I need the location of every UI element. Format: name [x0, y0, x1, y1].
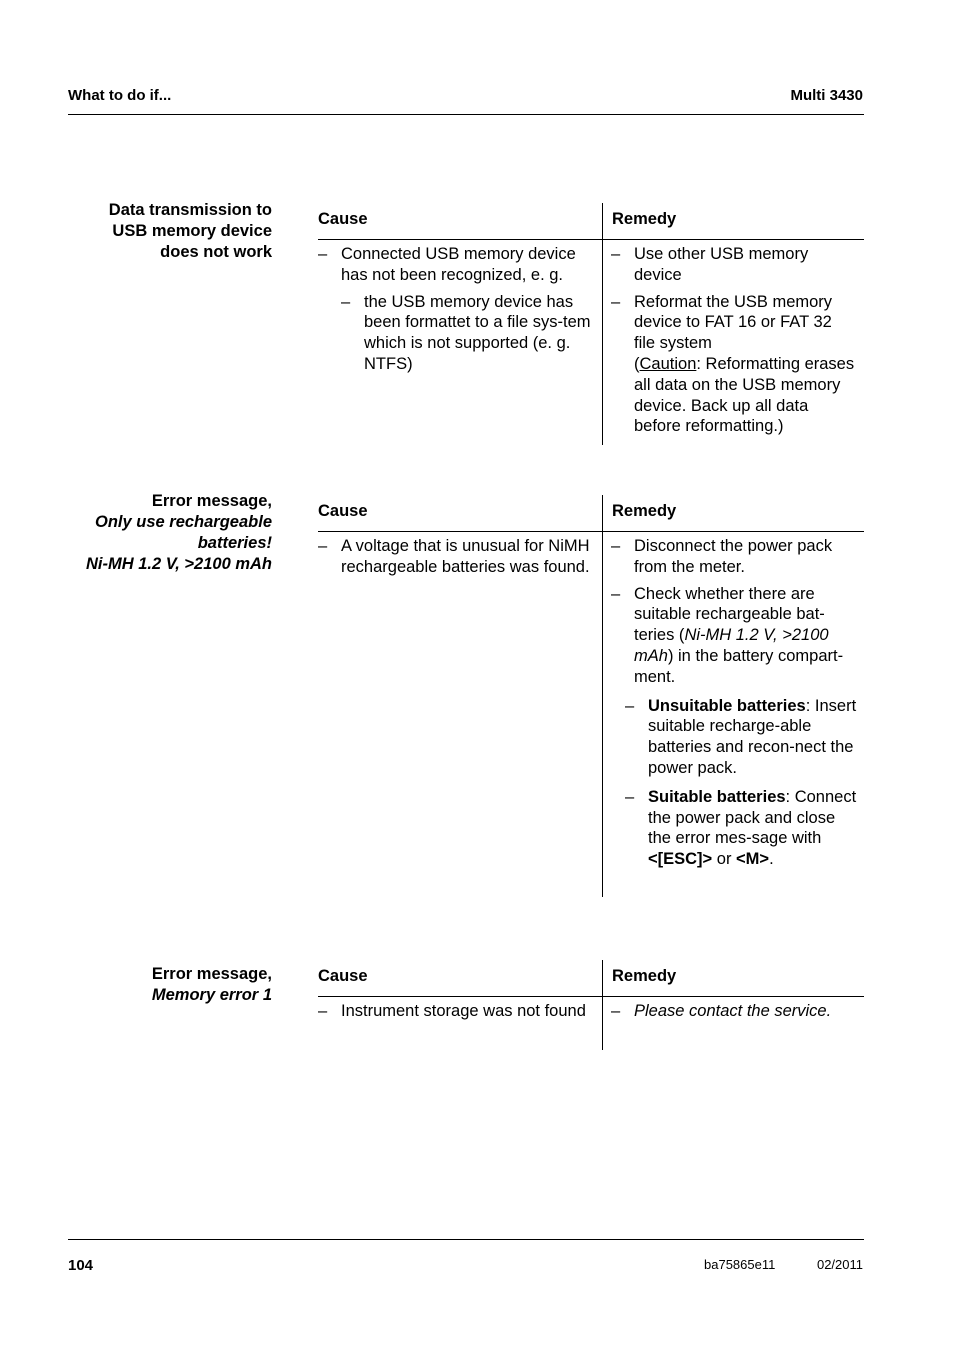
cause-cell: – Connected USB memory device has not bee… [318, 244, 594, 381]
cause-header: Cause [318, 502, 368, 520]
section-label-memory: Error message, Memory error 1 [60, 964, 272, 1006]
remedy-subitem: – Unsuitable batteries: Insert suitable r… [625, 696, 857, 777]
header-rule [68, 114, 864, 115]
column-divider [602, 960, 603, 1050]
label-line: batteries! [197, 534, 272, 552]
running-header-section: What to do if... [68, 87, 172, 104]
label-line: does not work [160, 243, 272, 261]
section-label-batteries: Error message, Only use rechargeable bat… [60, 491, 272, 575]
label-line: Error message, [151, 965, 272, 983]
remedy-item: – Please contact the service. [611, 1002, 832, 1020]
label-line: USB memory device [112, 222, 272, 240]
header-divider [318, 996, 864, 997]
label-line: Data transmission to [108, 201, 272, 219]
document-date: 02/2011 [816, 1257, 863, 1272]
remedy-item: – Use other USB memory device [611, 245, 809, 284]
remedy-item: – Disconnect the power pack from the mete… [611, 537, 833, 576]
label-line: Ni-MH 1.2 V, >2100 mAh [85, 555, 272, 573]
header-divider [318, 239, 864, 240]
remedy-header: Remedy [612, 210, 677, 228]
remedy-subitem: – Suitable batteries: Connect the power p… [625, 787, 857, 869]
cause-header: Cause [318, 210, 368, 228]
caution-label: Caution [639, 354, 697, 373]
remedy-header: Remedy [612, 967, 677, 985]
remedy-cell: – Use other USB memory device – Reformat t… [611, 244, 857, 443]
document-id: ba75865e11 [704, 1257, 776, 1272]
column-divider [602, 203, 603, 445]
cause-subitem: – the USB memory device has been formatte… [341, 292, 591, 373]
footer-rule [68, 1239, 864, 1240]
remedy-cell: – Disconnect the power pack from the mete… [611, 536, 857, 876]
remedy-item: – Check whether there are suitable rechar… [611, 584, 844, 686]
cause-header: Cause [318, 967, 368, 985]
remedy-header: Remedy [612, 502, 677, 520]
cause-item: – Instrument storage was not found [318, 1002, 586, 1020]
label-line: Only use rechargeable [95, 513, 272, 531]
label-line: Memory error 1 [151, 986, 272, 1004]
running-header-product: Multi 3430 [790, 87, 863, 104]
key-m: <M> [736, 850, 770, 869]
section-label-usb: Data transmission to USB memory device d… [60, 200, 272, 263]
column-divider [602, 495, 603, 897]
cause-cell: – A voltage that is unusual for NiMH rech… [318, 536, 594, 584]
remedy-item: – Reformat the USB memory device to FAT 1… [611, 292, 855, 436]
key-esc: <[ESC]> [648, 850, 713, 869]
cause-item: – A voltage that is unusual for NiMH rech… [318, 537, 590, 576]
cause-item: – Connected USB memory device has not bee… [318, 245, 576, 284]
remedy-cell: – Please contact the service. [611, 1001, 861, 1028]
header-divider [318, 531, 864, 532]
label-line: Error message, [151, 492, 272, 510]
cause-cell: – Instrument storage was not found [318, 1001, 594, 1028]
page-number: 104 [68, 1257, 94, 1274]
